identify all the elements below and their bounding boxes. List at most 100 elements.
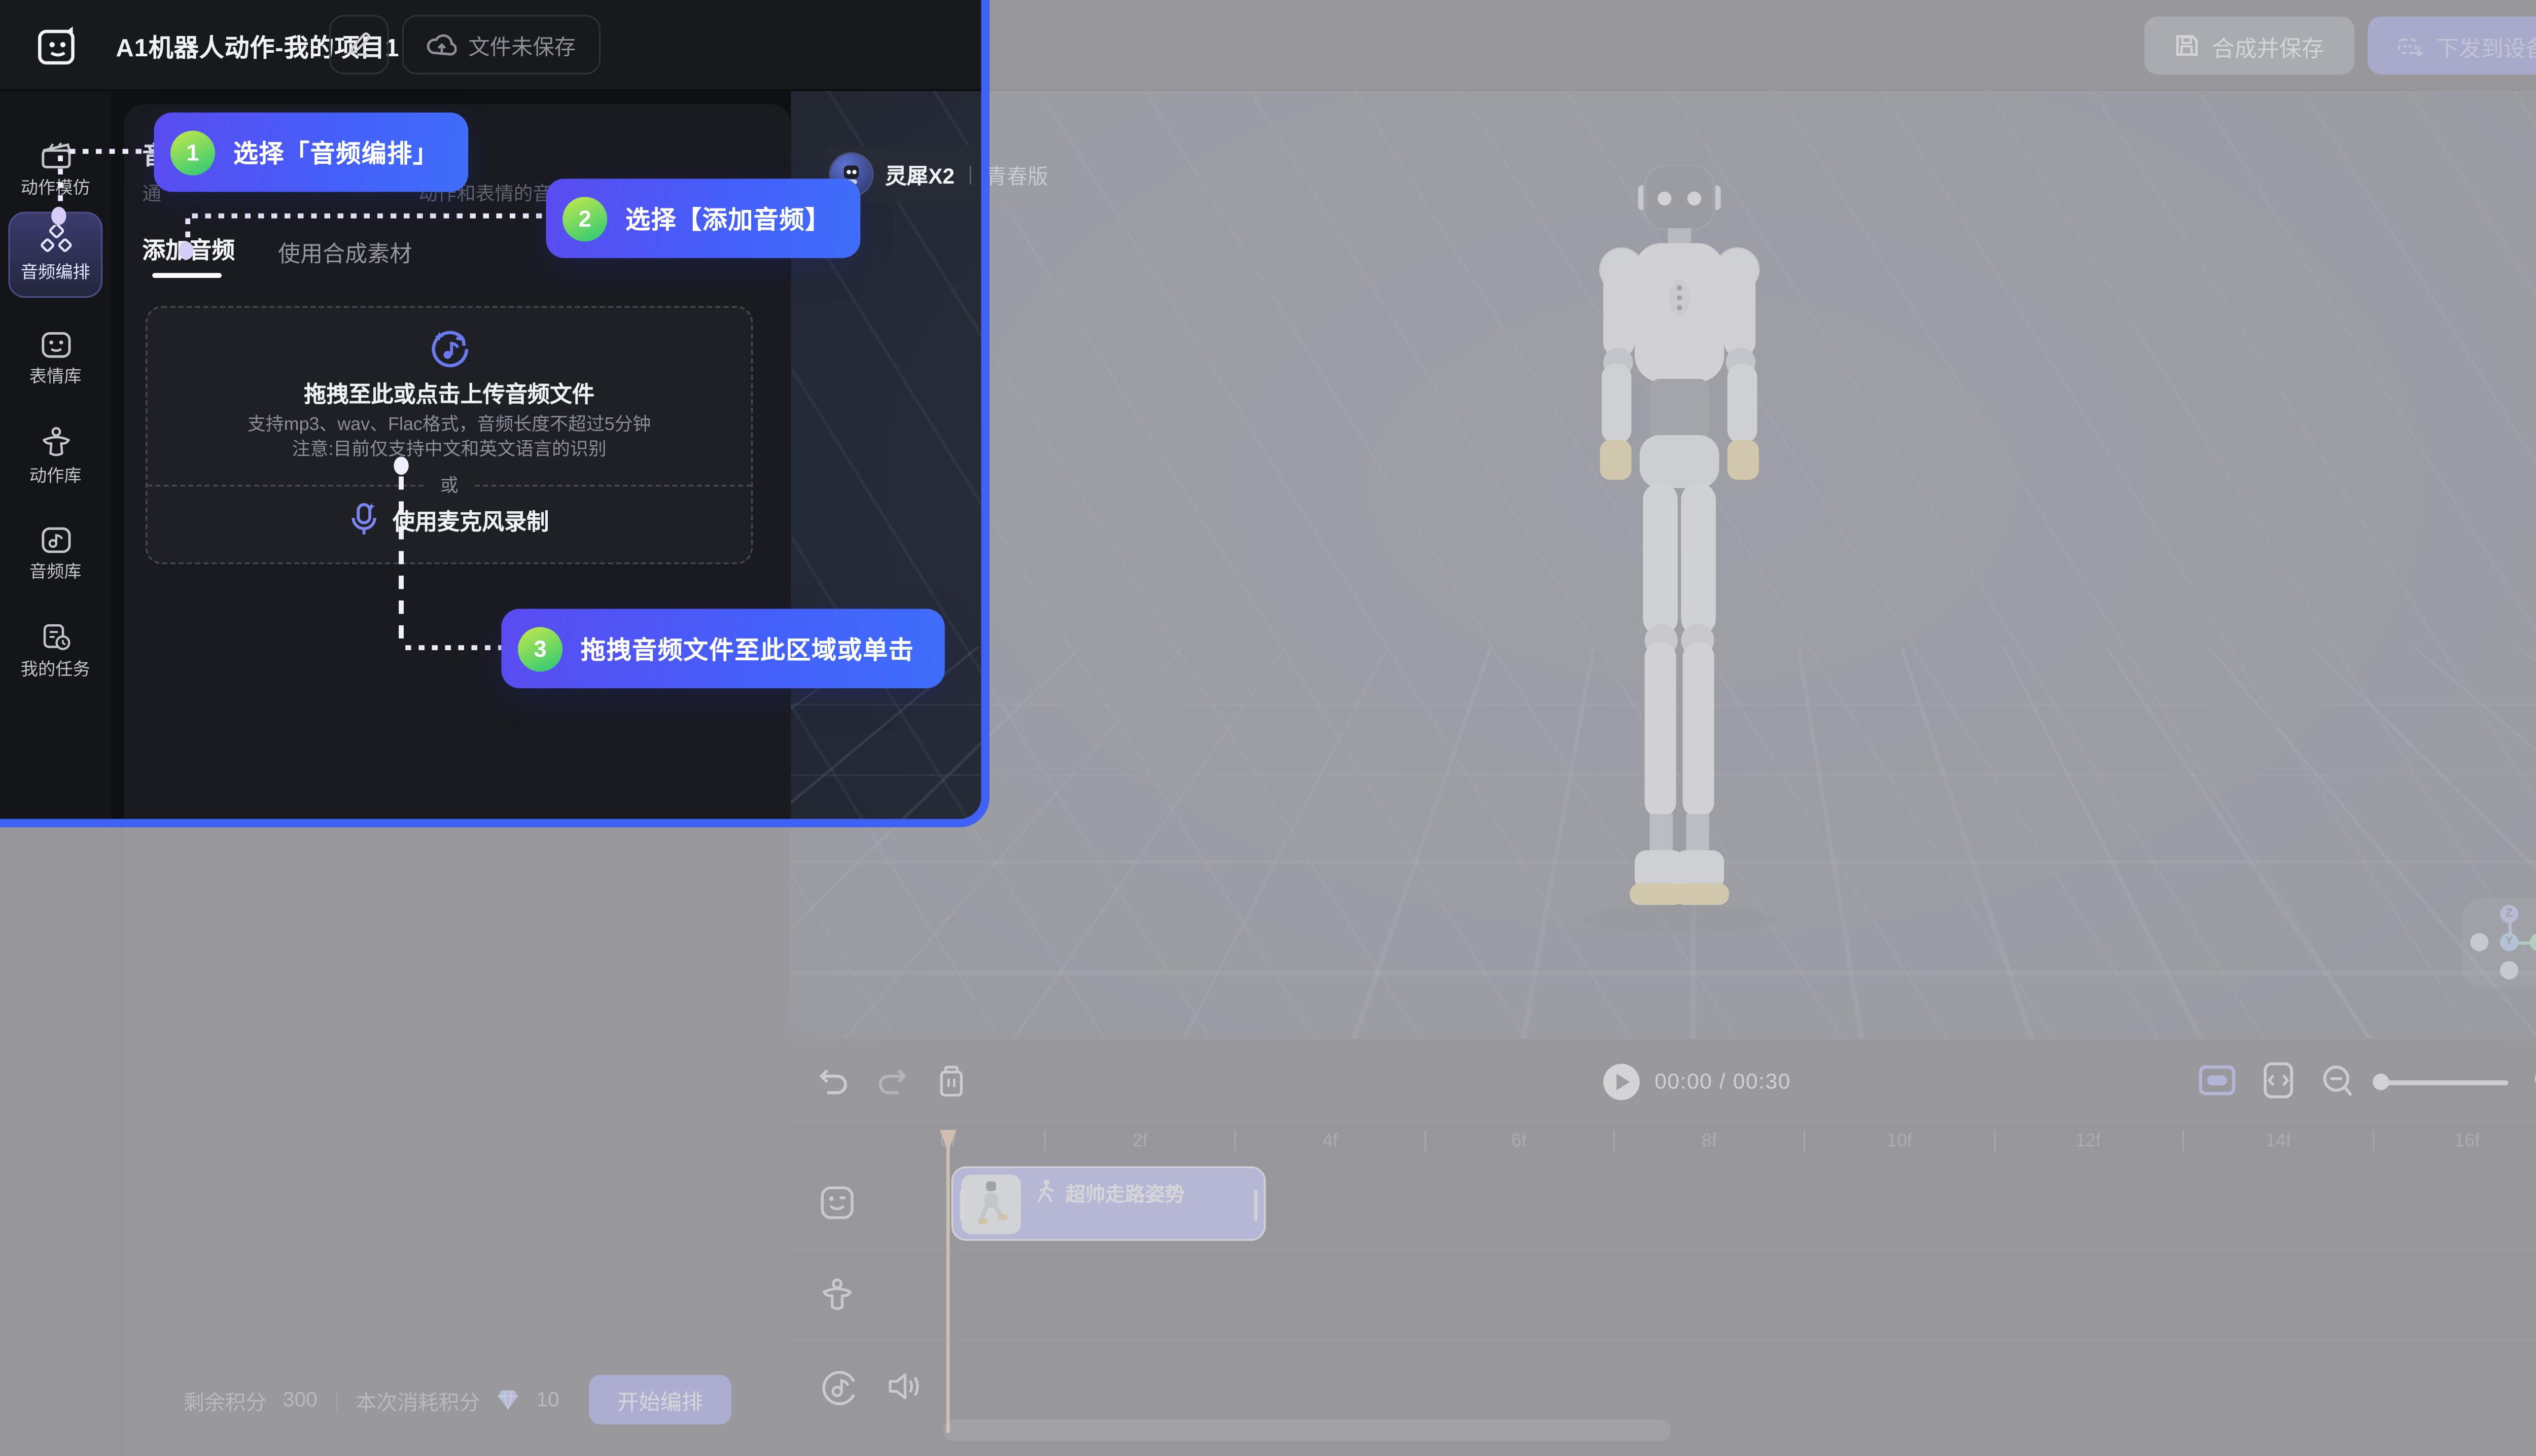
sidebar-item-audio-library[interactable]: 音频库 xyxy=(8,511,102,597)
tab-use-synth-material[interactable]: 使用合成素材 xyxy=(278,235,412,268)
timeline-scrollbar[interactable] xyxy=(943,1419,1671,1441)
tutorial-connector-3-drop xyxy=(399,477,403,647)
tutorial-connector-3 xyxy=(405,645,501,649)
microphone-icon xyxy=(349,501,379,538)
step-2-text: 选择【添加音频】 xyxy=(625,201,831,236)
upload-music-icon xyxy=(428,328,471,371)
sidebar-item-motion-library[interactable]: 动作库 xyxy=(8,414,102,500)
tutorial-connector-2-drop xyxy=(185,219,189,240)
timeline-zoom-slider[interactable] xyxy=(2376,1080,2509,1085)
clapperboard-icon xyxy=(39,140,72,170)
ruler-label: 10f xyxy=(1887,1131,1912,1151)
title-bar: A1机器人动作-我的项目1 文件未保存 合成并保存 下发到设备 xyxy=(0,0,2536,91)
audio-upload-dropzone[interactable]: 拖拽至此或点击上传音频文件 支持mp3、wav、Flac格式，音频长度不超过5分… xyxy=(146,306,753,564)
undo-icon[interactable] xyxy=(818,1066,851,1098)
mic-record-button[interactable]: 使用麦克风录制 xyxy=(147,501,751,538)
ruler-tick xyxy=(1425,1130,1426,1151)
snap-toggle-icon[interactable] xyxy=(2199,1064,2235,1097)
ruler-tick xyxy=(1044,1130,1045,1151)
save-disk-icon xyxy=(2174,33,2199,58)
robot-model[interactable] xyxy=(1555,165,1803,943)
gizmo-y-axis[interactable]: Y xyxy=(2500,933,2518,951)
motion-track-icon[interactable] xyxy=(819,1277,856,1313)
synthesize-save-label: 合成并保存 xyxy=(2212,29,2324,62)
playhead-handle[interactable] xyxy=(939,1130,956,1151)
gizmo-neg-z-axis[interactable] xyxy=(2500,961,2518,979)
chip-divider: | xyxy=(968,162,973,186)
gizmo-x-axis[interactable]: X xyxy=(2530,933,2536,951)
ruler-tick xyxy=(1235,1130,1236,1151)
timeline-clip[interactable]: 超帅走路姿势 xyxy=(952,1166,1266,1241)
tutorial-connector-2-dot xyxy=(179,241,193,260)
expression-face-icon xyxy=(39,330,72,358)
axis-gizmo[interactable]: Z Y X xyxy=(2462,898,2536,987)
audio-arrange-panel: 音 通 动作和表情的音频编排素材 添加音频 使用合成素材 拖拽至此或点击上传音频… xyxy=(124,104,791,1456)
or-divider: 或 xyxy=(147,472,751,498)
file-status-button[interactable]: 文件未保存 xyxy=(402,15,601,74)
gizmo-neg-x-axis[interactable] xyxy=(2470,933,2488,951)
sidebar-item-label: 音频编排 xyxy=(21,260,90,285)
redo-icon[interactable] xyxy=(875,1066,908,1098)
ruler-label: 6f xyxy=(1511,1131,1527,1151)
tutorial-step-2[interactable]: 2 选择【添加音频】 xyxy=(546,179,861,258)
upload-format-hint: 支持mp3、wav、Flac格式，音频长度不超过5分钟 xyxy=(147,410,751,437)
volume-icon[interactable] xyxy=(885,1370,922,1403)
ruler-label: 12f xyxy=(2075,1131,2101,1151)
remaining-credits-value: 300 xyxy=(283,1388,318,1411)
step-1-text: 选择「音频编排」 xyxy=(233,135,439,170)
sidebar-item-motion-imitation[interactable]: 动作模仿 xyxy=(8,127,102,214)
deploy-to-device-label: 下发到设备 xyxy=(2437,29,2536,62)
zoom-out-icon[interactable] xyxy=(2321,1064,2354,1099)
tutorial-connector-2 xyxy=(192,214,546,218)
play-icon xyxy=(1616,1074,1630,1090)
ruler-tick xyxy=(1804,1130,1805,1151)
audio-library-icon xyxy=(39,525,72,553)
audio-track-icon[interactable] xyxy=(819,1368,859,1408)
ruler-tick xyxy=(1613,1130,1615,1151)
sidebar-item-expression-library[interactable]: 表情库 xyxy=(8,316,102,402)
playhead-line[interactable] xyxy=(946,1131,949,1433)
zoom-in-icon[interactable] xyxy=(2533,1064,2536,1099)
step-3-text: 拖拽音频文件至此区域或单击 xyxy=(581,631,914,666)
tutorial-step-3[interactable]: 3 拖拽音频文件至此区域或单击 xyxy=(501,609,944,688)
ruler-tick xyxy=(2182,1130,2184,1151)
audio-arrange-icon xyxy=(39,225,72,255)
clip-thumbnail xyxy=(961,1175,1020,1234)
credit-gem-icon xyxy=(497,1388,520,1411)
clip-right-handle[interactable] xyxy=(1253,1190,1257,1221)
play-button[interactable] xyxy=(1603,1064,1640,1100)
deploy-to-device-button[interactable]: 下发到设备 xyxy=(2367,17,2536,75)
my-tasks-icon xyxy=(39,622,72,652)
gizmo-z-axis[interactable]: Z xyxy=(2500,905,2518,923)
robot-download-icon xyxy=(2393,32,2423,59)
3d-viewport[interactable]: 灵犀X2 | 青春版 Z Y X xyxy=(791,91,2536,1039)
rename-project-button[interactable] xyxy=(329,15,389,74)
tab-use-synth-material-label: 使用合成素材 xyxy=(278,241,412,266)
mic-record-label: 使用麦克风录制 xyxy=(393,503,549,536)
tutorial-connector-1-dot xyxy=(51,207,66,225)
ruler-label: 14f xyxy=(2266,1131,2291,1151)
start-arrange-button[interactable]: 开始编排 xyxy=(589,1375,731,1425)
delete-clip-icon[interactable] xyxy=(936,1064,966,1099)
tutorial-step-1[interactable]: 1 选择「音频编排」 xyxy=(154,113,468,192)
sidebar-item-my-tasks[interactable]: 我的任务 xyxy=(8,609,102,695)
track-separator xyxy=(791,1249,2536,1251)
ruler-label: 8f xyxy=(1702,1131,1717,1151)
timeline-panel: 00:00 / 00:30 0f 2f 4f 6f 8f 10f 12f 14f… xyxy=(791,1039,2536,1456)
sidebar-item-label: 我的任务 xyxy=(21,657,90,682)
tutorial-connector-3-dot xyxy=(394,456,408,475)
fit-width-icon[interactable] xyxy=(2262,1060,2295,1100)
clip-left-handle[interactable] xyxy=(960,1190,964,1221)
ruler-label: 16f xyxy=(2454,1131,2480,1151)
timeline-zoom-knob[interactable] xyxy=(2373,1074,2389,1090)
tutorial-connector-1 xyxy=(69,149,156,153)
edit-pencil-icon xyxy=(346,31,372,58)
app-stage: 灵犀X2 | 青春版 Z Y X 00:00 / 00:30 0f 2f xyxy=(0,0,2536,1456)
cost-credits-value: 10 xyxy=(536,1388,559,1411)
synthesize-save-button[interactable]: 合成并保存 xyxy=(2144,17,2354,75)
file-status-label: 文件未保存 xyxy=(468,29,576,60)
motion-person-icon xyxy=(39,426,72,457)
panel-footer: 剩余积分 300 | 本次消耗积分 10 开始编排 xyxy=(124,1375,791,1425)
expression-track-icon[interactable] xyxy=(819,1185,856,1221)
sidebar-item-audio-arrange[interactable]: 音频编排 xyxy=(8,212,102,298)
